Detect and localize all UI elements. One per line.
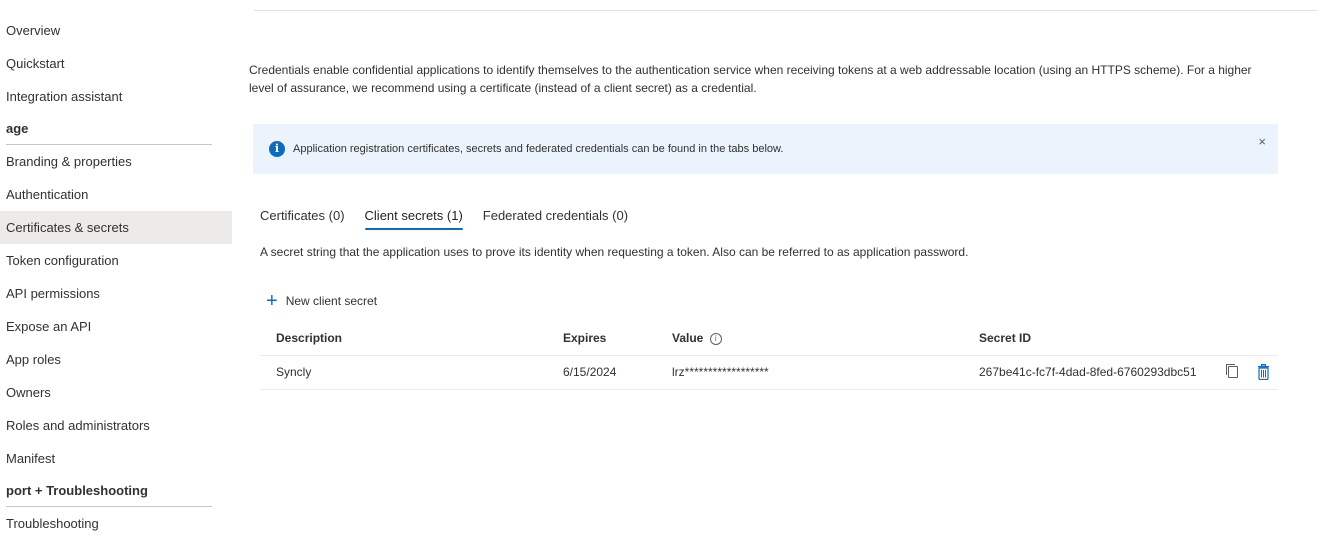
info-icon: i: [269, 141, 285, 157]
section-divider: [6, 144, 212, 145]
cell-description: Syncly: [276, 365, 312, 379]
section-divider: [6, 506, 212, 507]
cell-value: lrz******************: [672, 365, 769, 379]
sidebar-item-certificates-secrets[interactable]: Certificates & secrets: [0, 211, 232, 244]
sidebar-item-quickstart[interactable]: Quickstart: [0, 47, 232, 80]
app-root: Overview Quickstart Integration assistan…: [0, 0, 1334, 556]
tab-certificates[interactable]: Certificates (0): [260, 203, 345, 229]
column-header-secret-id: Secret ID: [979, 331, 1032, 345]
trash-icon[interactable]: [1257, 364, 1270, 380]
sidebar-item-authentication[interactable]: Authentication: [0, 178, 232, 211]
sidebar-item-manifest[interactable]: Manifest: [0, 442, 232, 475]
sidebar-item-roles-admins[interactable]: Roles and administrators: [0, 409, 232, 442]
new-client-secret-button[interactable]: + New client secret: [266, 290, 378, 312]
copy-icon[interactable]: [1226, 364, 1238, 378]
table-row: Syncly 6/15/2024 lrz****************** 2…: [260, 356, 1278, 390]
sidebar-item-overview[interactable]: Overview: [0, 14, 232, 47]
info-icon[interactable]: i: [709, 333, 722, 345]
column-header-expires: Expires: [563, 331, 607, 345]
sidebar-nav: Overview Quickstart Integration assistan…: [0, 14, 232, 540]
secrets-table: Description Expires Value i Secret ID Sy…: [260, 322, 1278, 390]
cell-expires: 6/15/2024: [563, 365, 617, 379]
info-banner: i Application registration certificates,…: [253, 124, 1278, 174]
cell-secret-id: 267be41c-fc7f-4dad-8fed-6760293dbc51: [979, 365, 1197, 379]
column-header-value-label: Value: [672, 331, 704, 345]
sidebar-item-token-configuration[interactable]: Token configuration: [0, 244, 232, 277]
intro-text: Credentials enable confidential applicat…: [249, 63, 1252, 95]
sidebar-item-owners[interactable]: Owners: [0, 376, 232, 409]
close-icon[interactable]: ×: [1258, 134, 1266, 149]
table-header-row: Description Expires Value i Secret ID: [260, 322, 1278, 356]
tab-federated-credentials[interactable]: Federated credentials (0): [483, 203, 628, 229]
column-header-value: Value i: [672, 322, 722, 355]
sidebar-item-integration-assistant[interactable]: Integration assistant: [0, 80, 232, 113]
tab-description: A secret string that the application use…: [260, 245, 969, 259]
sidebar-section-label: age: [6, 121, 29, 136]
banner-text: Application registration certificates, s…: [293, 143, 784, 155]
sidebar-item-app-roles[interactable]: App roles: [0, 343, 232, 376]
new-client-secret-label: New client secret: [285, 294, 378, 308]
sidebar-section-manage[interactable]: age: [0, 113, 232, 145]
sidebar-item-troubleshooting[interactable]: Troubleshooting: [0, 507, 232, 540]
sidebar-item-api-permissions[interactable]: API permissions: [0, 277, 232, 310]
sidebar-section-support[interactable]: port + Troubleshooting: [0, 475, 232, 507]
sidebar-section-label: port + Troubleshooting: [6, 483, 148, 498]
column-header-description: Description: [276, 331, 343, 345]
plus-icon: +: [266, 290, 278, 312]
header-divider: [254, 10, 1317, 11]
credential-tabs: Certificates (0) Client secrets (1) Fede…: [260, 203, 648, 230]
tab-client-secrets[interactable]: Client secrets (1): [364, 203, 464, 230]
sidebar-item-branding[interactable]: Branding & properties: [0, 145, 232, 178]
sidebar-item-expose-api[interactable]: Expose an API: [0, 310, 232, 343]
